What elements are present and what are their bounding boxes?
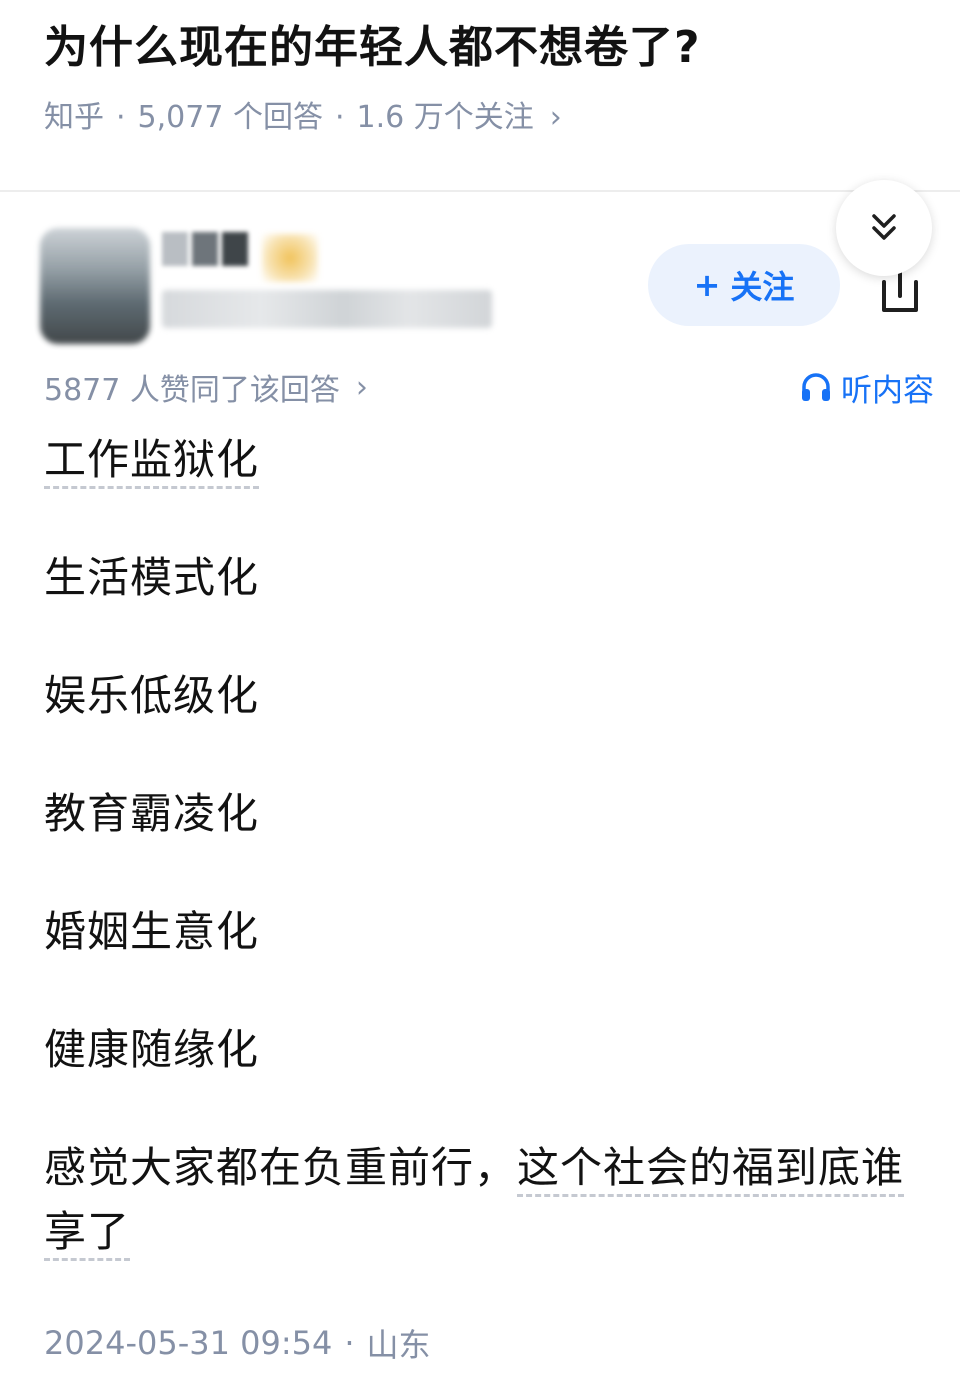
listen-label: 听内容 [841,372,934,409]
question-meta[interactable]: 知乎 · 5,077 个回答 · 1.6 万个关注 › [44,96,562,140]
answer-paragraph: 感觉大家都在负重前行，这个社会的福到底谁享了 [44,1136,924,1264]
answer-count: 5,077 个回答 [137,100,323,135]
separator-dot: · [116,100,126,135]
answer-location: 山东 [366,1326,431,1364]
answer-paragraph: 教育霸凌化 [44,789,260,838]
question-header: 为什么现在的年轻人都不想卷了? 知乎 · 5,077 个回答 · 1.6 万个关… [0,0,960,192]
follower-count: 1.6 万个关注 [356,100,534,135]
answer-paragraph: 健康随缘化 [44,1025,260,1074]
avatar[interactable] [40,228,150,344]
follow-button[interactable]: + 关注 [648,244,840,326]
vote-row: 5877 人赞同了该回答 › 听内容 [44,362,934,412]
vote-count-link[interactable]: 5877 人赞同了该回答 › [44,365,368,409]
collapse-button[interactable] [836,180,932,276]
answer-paragraph: 工作监狱化 [44,428,924,492]
plus-icon: + [693,266,721,304]
source-label: 知乎 [44,100,104,135]
listen-button[interactable]: 听内容 [799,365,934,410]
answer-content: 工作监狱化 生活模式化 娱乐低级化 教育霸凌化 婚姻生意化 健康随缘化 感觉大家… [44,428,924,1264]
chevron-right-icon: › [355,369,368,405]
author-row: + 关注 [0,220,960,350]
double-chevron-down-icon [872,214,896,240]
answer-date: 2024-05-31 09:54 [44,1324,333,1362]
answer-paragraph: 生活模式化 [44,553,260,602]
author-badge [262,234,318,282]
headphones-icon [802,373,830,401]
vote-count: 5877 人赞同了该回答 [44,373,340,408]
linked-term[interactable]: 工作监狱化 [44,435,260,489]
answer-paragraph: 婚姻生意化 [44,907,260,956]
follow-label: 关注 [730,268,795,306]
answer-paragraph: 娱乐低级化 [44,671,260,720]
separator-dot: · [334,100,345,135]
author-description-blurred [162,290,492,328]
author-name-blurred[interactable] [162,232,252,272]
chevron-right-icon: › [549,100,562,135]
answer-text: 感觉大家都在负重前行， [44,1143,518,1192]
answer-footer-meta: 2024-05-31 09:54 · 山东 [44,1320,431,1366]
question-title[interactable]: 为什么现在的年轻人都不想卷了? [44,16,701,80]
separator-dot: · [344,1324,355,1362]
